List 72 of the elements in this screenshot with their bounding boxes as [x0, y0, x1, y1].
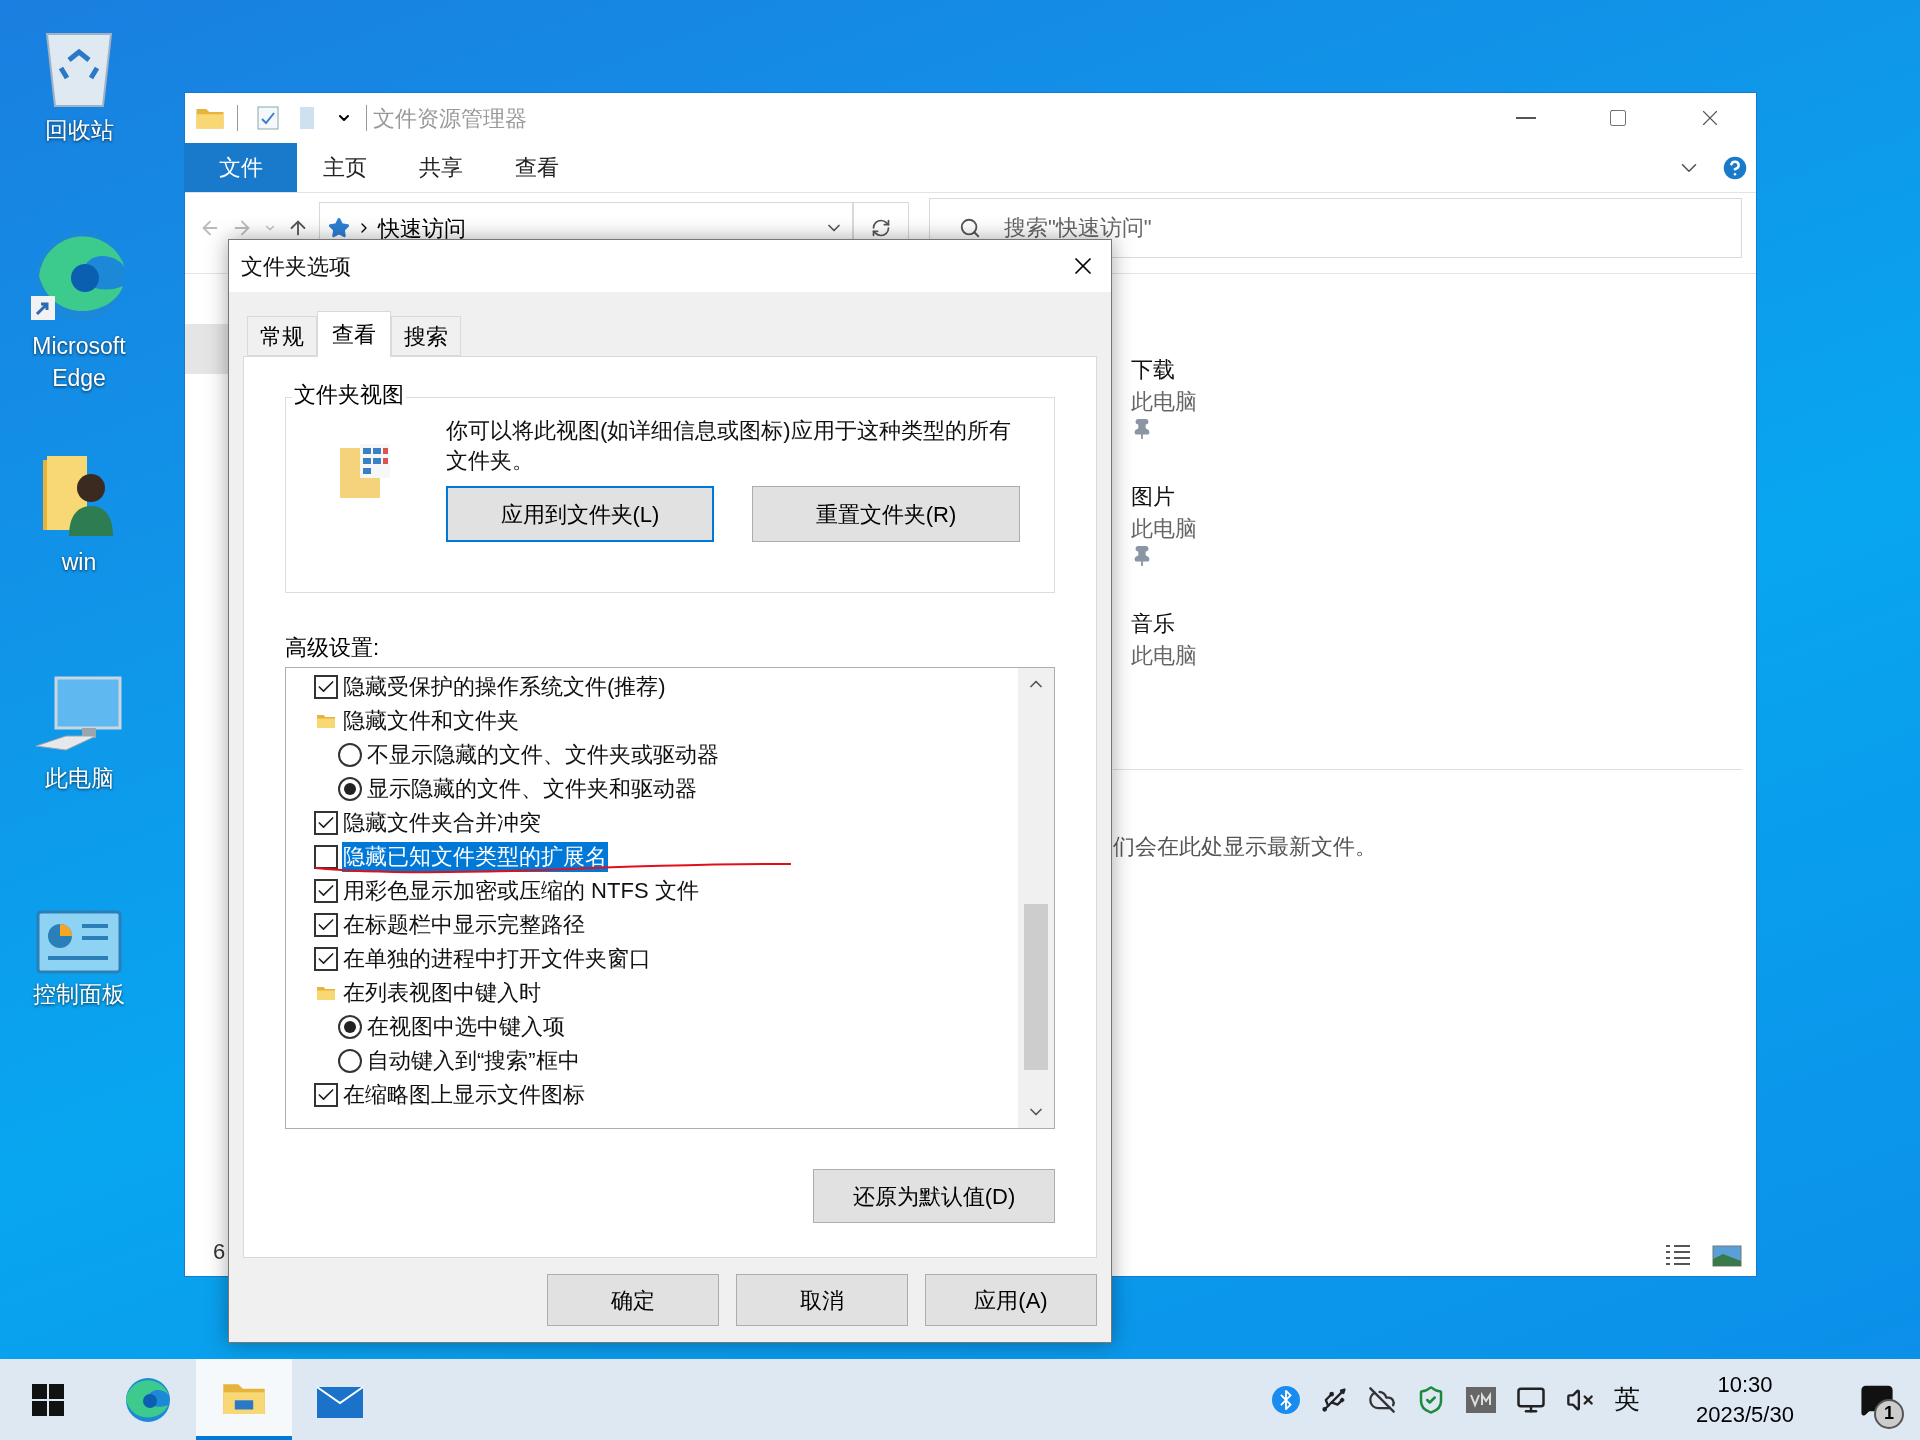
- setting-label[interactable]: 不显示隐藏的文件、文件夹或驱动器: [366, 740, 720, 770]
- dialog-title: 文件夹选项: [241, 252, 351, 281]
- folder-view-icon: [340, 442, 392, 498]
- checkbox[interactable]: [314, 811, 338, 835]
- checkbox[interactable]: [314, 845, 338, 869]
- usb-icon[interactable]: [1320, 1385, 1348, 1414]
- restore-defaults-button[interactable]: 还原为默认值(D): [813, 1169, 1055, 1223]
- checkbox[interactable]: [314, 879, 338, 903]
- setting-label[interactable]: 隐藏文件夹合并冲突: [342, 808, 542, 838]
- setting-label[interactable]: 隐藏文件和文件夹: [342, 706, 520, 736]
- checkbox[interactable]: [314, 947, 338, 971]
- input-method-indicator[interactable]: 英: [1614, 1380, 1640, 1419]
- item-location: 此电脑: [1131, 388, 1198, 416]
- setting-label[interactable]: 在视图中选中键入项: [366, 1012, 566, 1042]
- item-name[interactable]: 音乐: [1131, 608, 1742, 640]
- setting-label[interactable]: 在缩略图上显示文件图标: [342, 1080, 586, 1110]
- empty-recent-message: 们会在此处显示最新文件。: [1113, 833, 1378, 861]
- folder-view-description: 你可以将此视图(如详细信息或图标)应用于这种类型的所有文件夹。: [446, 417, 1012, 475]
- setting-label[interactable]: 隐藏受保护的操作系统文件(推荐): [342, 672, 667, 702]
- maximize-icon: [1608, 108, 1628, 128]
- cloud-off-icon[interactable]: [1368, 1385, 1396, 1414]
- dialog-button[interactable]: 取消: [736, 1274, 908, 1326]
- star-icon: [328, 217, 350, 239]
- folder-view-button[interactable]: 重置文件夹(R): [752, 486, 1020, 542]
- thumbnail-view-icon[interactable]: [1712, 1245, 1742, 1267]
- bluetooth-icon[interactable]: [1272, 1385, 1300, 1414]
- dialog-tab[interactable]: 查看: [317, 311, 391, 357]
- minimize-icon: [1516, 117, 1536, 119]
- radio-button[interactable]: [338, 743, 362, 767]
- dialog-button[interactable]: 确定: [547, 1274, 719, 1326]
- dialog-button[interactable]: 应用(A): [925, 1274, 1097, 1326]
- checkbox[interactable]: [314, 1083, 338, 1107]
- ribbon-tab[interactable]: 共享: [393, 143, 489, 192]
- setting-label[interactable]: 自动键入到“搜索”框中: [366, 1046, 581, 1076]
- radio-button[interactable]: [338, 1049, 362, 1073]
- item-name[interactable]: 下载: [1131, 354, 1742, 386]
- dialog-tab[interactable]: 常规: [247, 316, 317, 356]
- desktop-icon-label[interactable]: 回收站: [44, 114, 114, 146]
- vm-icon[interactable]: [1466, 1386, 1496, 1413]
- checkbox[interactable]: [314, 913, 338, 937]
- taskbar-app[interactable]: [196, 1359, 292, 1440]
- radio-button[interactable]: [338, 777, 362, 801]
- advanced-settings-label: 高级设置:: [285, 634, 381, 662]
- setting-label[interactable]: 在列表视图中键入时: [342, 978, 542, 1008]
- checkbox[interactable]: [314, 675, 338, 699]
- clock[interactable]: 10:30 2023/5/30: [1680, 1369, 1810, 1430]
- address-text: 快速访问: [378, 214, 466, 243]
- item-location: 此电脑: [1131, 642, 1198, 670]
- folder-view-button[interactable]: 应用到文件夹(L): [446, 486, 714, 542]
- ribbon-tab[interactable]: 查看: [489, 143, 585, 192]
- item-name[interactable]: 图片: [1131, 481, 1742, 513]
- setting-label[interactable]: 在标题栏中显示完整路径: [342, 910, 586, 940]
- dialog-tab[interactable]: 搜索: [391, 316, 461, 356]
- status-item-count: 6: [213, 1238, 226, 1266]
- properties-icon[interactable]: [256, 105, 280, 131]
- setting-label[interactable]: 用彩色显示加密或压缩的 NTFS 文件: [342, 876, 700, 906]
- windows-logo-icon: [32, 1383, 64, 1416]
- scrollbar-thumb[interactable]: [1024, 904, 1048, 1070]
- ribbon-tab[interactable]: 文件: [185, 143, 297, 192]
- radio-button[interactable]: [338, 1015, 362, 1039]
- setting-label[interactable]: 隐藏已知文件类型的扩展名: [342, 842, 608, 872]
- search-field[interactable]: 搜索"快速访问": [929, 198, 1742, 258]
- notification-count: 1: [1874, 1398, 1904, 1429]
- refresh-icon: [871, 218, 891, 238]
- ribbon-tab[interactable]: 主页: [297, 143, 393, 192]
- item-location: 此电脑: [1131, 515, 1198, 543]
- control-panel-icon: [36, 910, 122, 974]
- window-title: 文件资源管理器: [373, 104, 527, 133]
- setting-label[interactable]: 在单独的进程中打开文件夹窗口: [342, 944, 652, 974]
- search-icon: [959, 217, 981, 239]
- desktop-icon-label[interactable]: Microsoft Edge: [4, 330, 154, 394]
- setting-label[interactable]: 显示隐藏的文件、文件夹和驱动器: [366, 774, 698, 804]
